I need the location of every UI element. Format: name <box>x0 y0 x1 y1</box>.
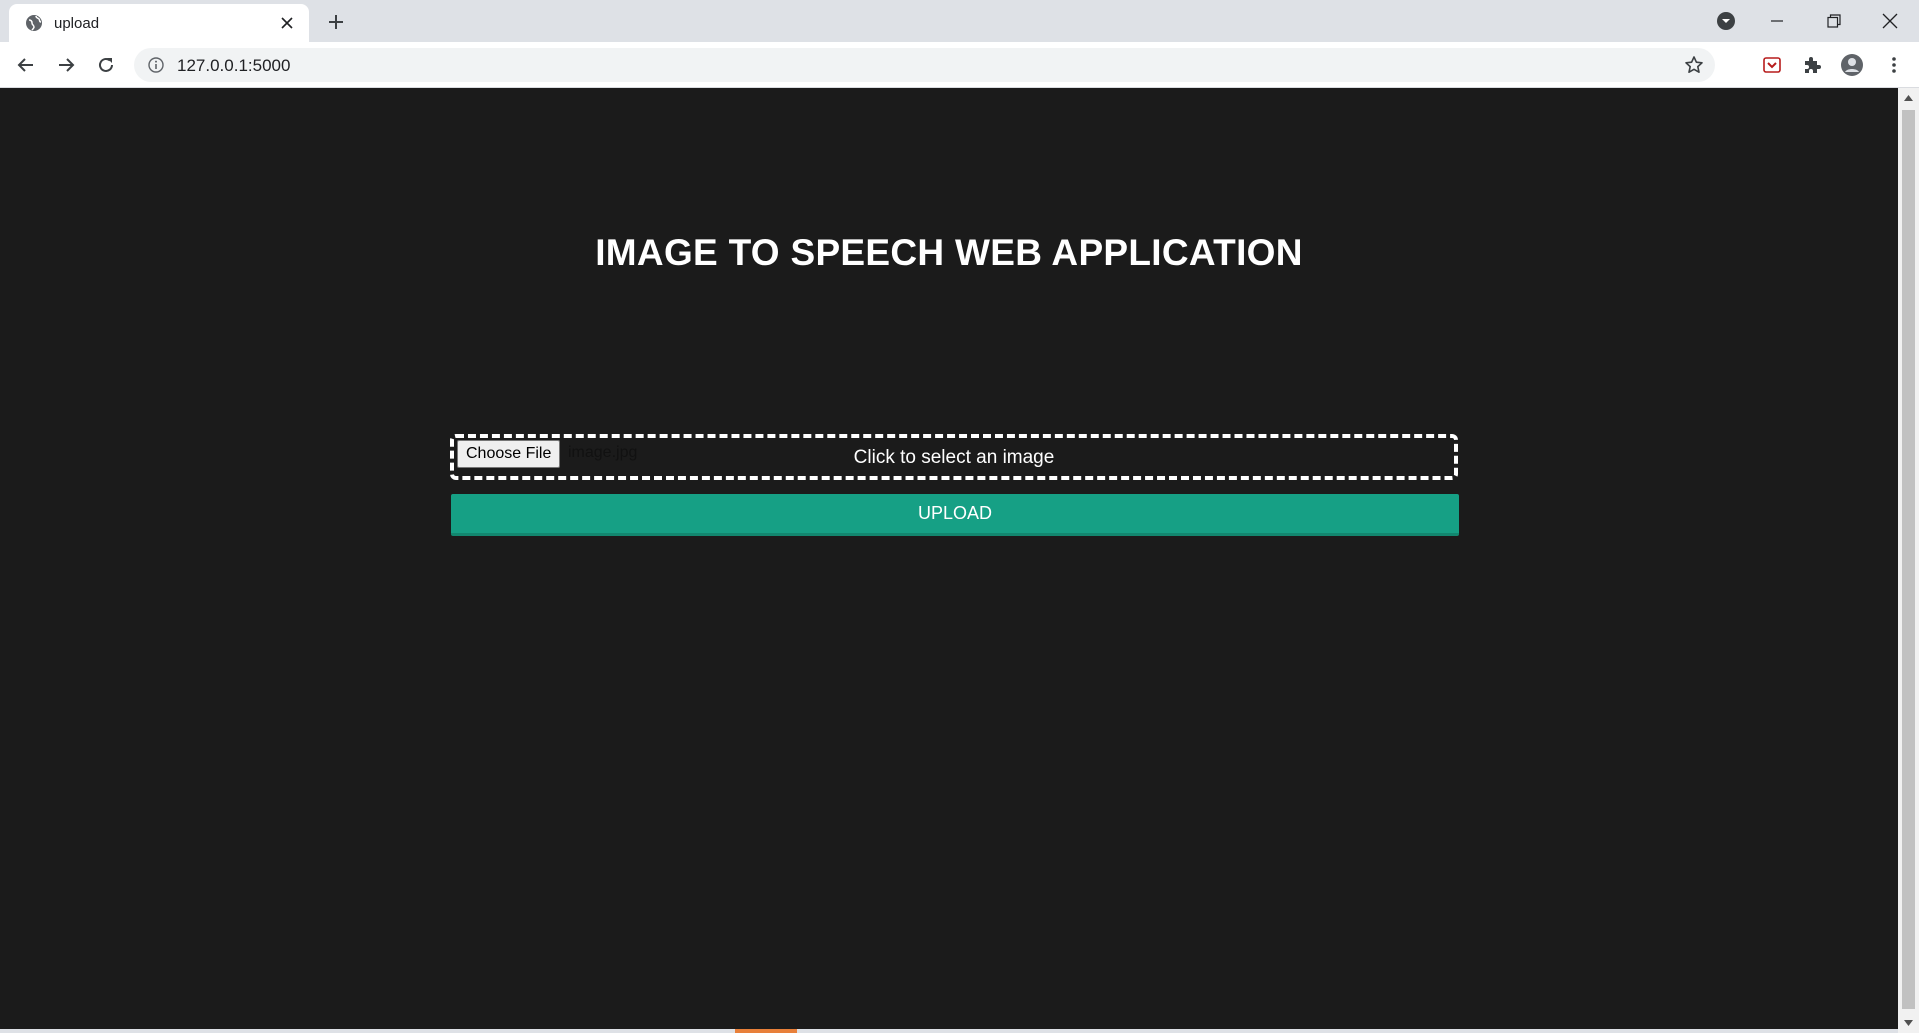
page-title: IMAGE TO SPEECH WEB APPLICATION <box>595 232 1303 273</box>
dropdown-icon[interactable] <box>1706 6 1746 36</box>
browser-toolbar: 127.0.0.1:5000 <box>0 42 1919 88</box>
star-icon[interactable] <box>1683 54 1705 76</box>
scrollbar-thumb[interactable] <box>1902 110 1915 1009</box>
minimize-icon[interactable] <box>1757 6 1797 36</box>
globe-icon <box>25 14 43 32</box>
file-dropzone[interactable]: Choose File image.jpg Click to select an… <box>450 434 1458 480</box>
upload-button[interactable]: UPLOAD <box>451 494 1459 536</box>
info-icon[interactable] <box>148 57 164 73</box>
back-arrow-icon[interactable] <box>12 51 40 79</box>
more-vert-icon[interactable] <box>1880 51 1908 79</box>
profile-icon[interactable] <box>1838 51 1866 79</box>
bottom-accent-bar <box>735 1029 797 1033</box>
close-icon[interactable] <box>277 13 297 33</box>
tab-strip: upload <box>0 0 1919 42</box>
scroll-up-arrow-icon[interactable] <box>1898 88 1919 108</box>
address-bar[interactable]: 127.0.0.1:5000 <box>134 48 1715 82</box>
tab-title: upload <box>54 15 100 32</box>
dropzone-label: Click to select an image <box>853 447 1055 468</box>
browser-tab[interactable]: upload <box>9 4 309 42</box>
forward-arrow-icon[interactable] <box>52 51 80 79</box>
pocket-icon[interactable] <box>1758 51 1786 79</box>
reload-icon[interactable] <box>92 51 120 79</box>
page-viewport: IMAGE TO SPEECH WEB APPLICATION Choose F… <box>0 88 1898 1033</box>
puzzle-icon[interactable] <box>1798 51 1826 79</box>
browser-chrome: upload 127.0.0.1:5000 <box>0 0 1919 88</box>
plus-icon[interactable] <box>322 10 350 34</box>
scroll-down-arrow-icon[interactable] <box>1898 1013 1919 1033</box>
vertical-scrollbar[interactable] <box>1898 88 1919 1033</box>
restore-icon[interactable] <box>1814 6 1854 36</box>
url-text[interactable]: 127.0.0.1:5000 <box>177 56 290 76</box>
close-icon[interactable] <box>1870 6 1910 36</box>
bottom-status-strip <box>0 1029 1898 1033</box>
